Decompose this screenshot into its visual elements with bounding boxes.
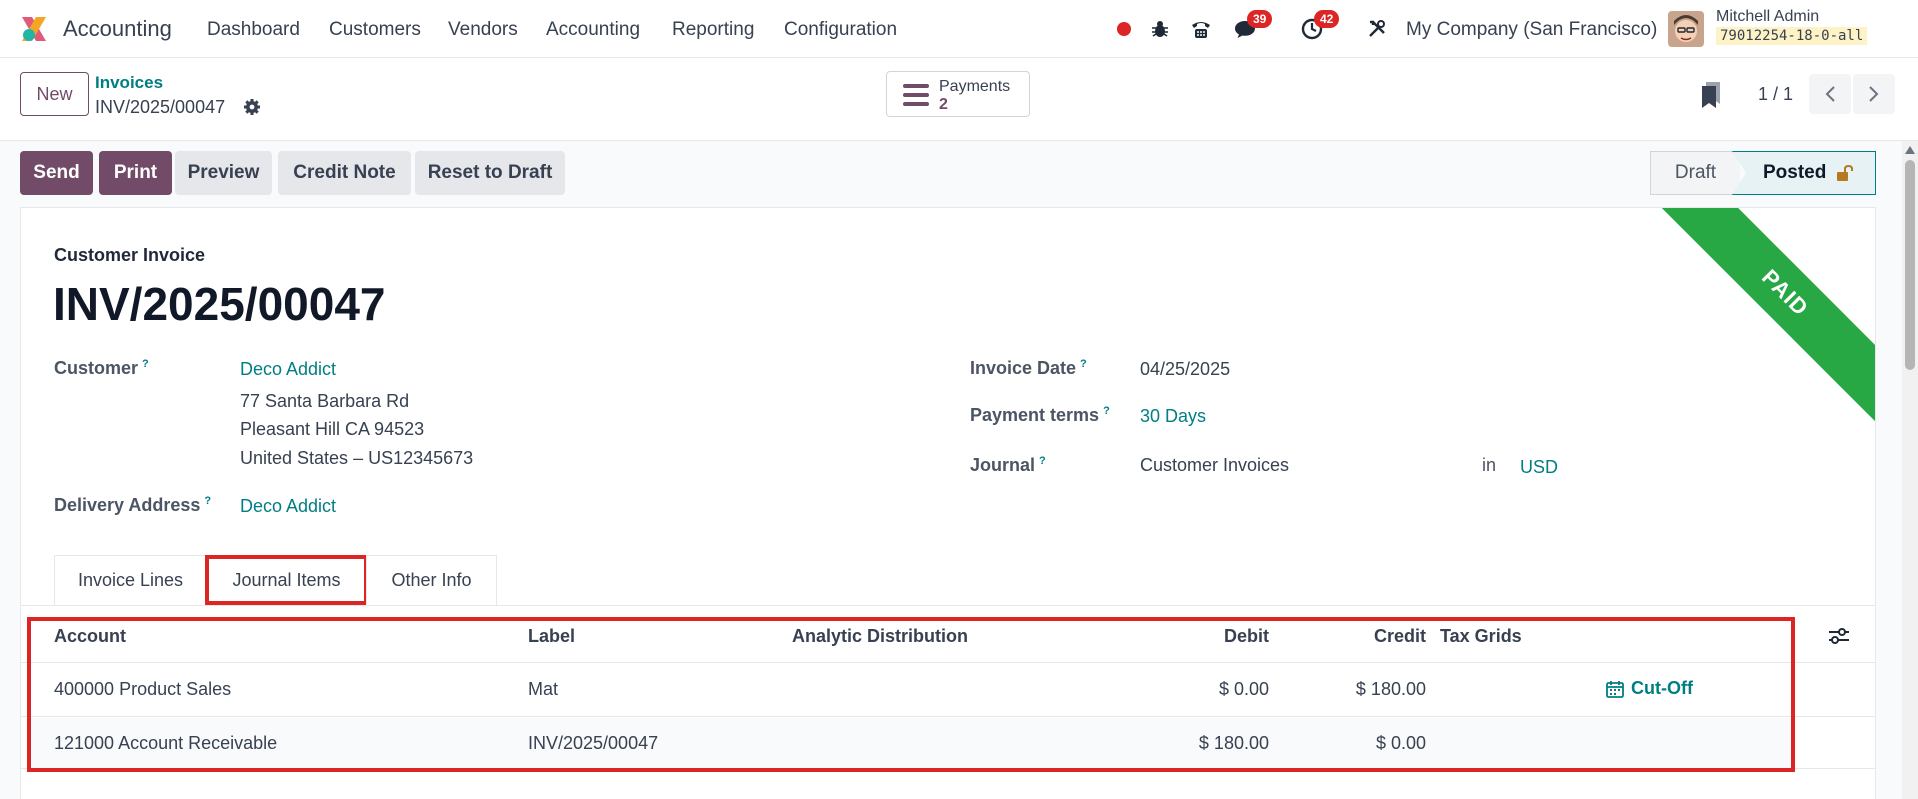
user-name[interactable]: Mitchell Admin (1716, 8, 1819, 26)
scroll-up-arrow-icon[interactable] (1904, 145, 1916, 155)
delivery-label-text: Delivery Address (54, 495, 201, 515)
record-icon[interactable] (1109, 14, 1139, 44)
chevron-right-icon (1869, 86, 1879, 102)
breadcrumb-current: INV/2025/00047 (95, 97, 226, 117)
delivery-address-label: Delivery Address? (54, 495, 211, 516)
invoice-type-label: Customer Invoice (54, 245, 206, 265)
bookmark-icon[interactable] (1700, 82, 1722, 108)
delivery-address-field[interactable]: Deco Addict (240, 496, 336, 517)
company-switcher[interactable]: My Company (San Francisco) (1406, 19, 1657, 41)
customer-field[interactable]: Deco Addict (240, 359, 336, 380)
credit-note-button[interactable]: Credit Note (278, 151, 411, 195)
app-name[interactable]: Accounting (63, 16, 172, 42)
status-posted-label: Posted (1763, 162, 1827, 183)
tools-icon[interactable] (1362, 14, 1392, 44)
address-line-2: Pleasant Hill CA 94523 (240, 419, 425, 439)
chat-badge: 39 (1247, 10, 1273, 28)
preview-button[interactable]: Preview (175, 151, 272, 195)
journal-items-highlight (27, 617, 1795, 772)
customer-label: Customer? (54, 358, 149, 379)
phone-icon[interactable] (1186, 14, 1216, 44)
payments-label: Payments (939, 78, 1011, 95)
journal-field[interactable]: Customer Invoices (1140, 455, 1289, 476)
tab-journal-items[interactable]: Journal Items (205, 555, 368, 605)
payment-terms-label-text: Payment terms (970, 405, 1100, 425)
invoice-number: INV/2025/00047 (53, 278, 386, 330)
print-button[interactable]: Print (99, 151, 172, 195)
currency-in-label: in (1482, 455, 1497, 475)
send-button[interactable]: Send (20, 151, 93, 195)
chat-icon[interactable]: 39 (1230, 10, 1273, 44)
invoice-date-label-text: Invoice Date (970, 358, 1077, 378)
address-line-3: United States – US12345673 (240, 448, 474, 468)
menu-customers[interactable]: Customers (329, 19, 421, 41)
column-settings-icon[interactable] (1828, 627, 1850, 645)
pager-value[interactable]: 1 / 1 (1758, 84, 1793, 105)
paid-ribbon: PAID (1652, 208, 1875, 426)
customer-label-text: Customer (54, 358, 139, 378)
debug-bug-icon[interactable] (1145, 14, 1175, 44)
tabs-divider (20, 605, 1876, 606)
help-icon[interactable]: ? (1039, 455, 1046, 467)
unlock-icon (1837, 165, 1854, 181)
tab-invoice-lines[interactable]: Invoice Lines (54, 555, 207, 605)
reset-to-draft-button[interactable]: Reset to Draft (415, 151, 565, 195)
pager-previous-button[interactable] (1809, 74, 1851, 114)
new-button[interactable]: New (20, 72, 89, 116)
menu-vendors[interactable]: Vendors (448, 19, 518, 41)
database-name: 79012254-18-0-all (1716, 27, 1868, 45)
payments-smart-button[interactable]: Payments 2 (886, 71, 1030, 117)
currency-field[interactable]: USD (1520, 457, 1558, 478)
menu-configuration[interactable]: Configuration (784, 19, 897, 41)
tab-other-info[interactable]: Other Info (366, 555, 497, 605)
help-icon[interactable]: ? (1080, 358, 1087, 370)
invoice-date-field[interactable]: 04/25/2025 (1140, 359, 1230, 380)
status-draft[interactable]: Draft (1650, 151, 1740, 195)
journal-label-text: Journal (970, 455, 1036, 475)
help-icon[interactable]: ? (1103, 405, 1110, 417)
journal-label: Journal? (970, 455, 1046, 476)
help-icon[interactable]: ? (204, 495, 211, 507)
menu-dashboard[interactable]: Dashboard (207, 19, 300, 41)
pager-next-button[interactable] (1853, 74, 1895, 114)
gear-icon[interactable] (243, 98, 261, 116)
user-avatar[interactable] (1668, 11, 1704, 47)
status-posted[interactable]: Posted (1732, 151, 1876, 195)
list-bars-icon (903, 84, 929, 106)
menu-accounting[interactable]: Accounting (546, 19, 640, 41)
invoice-date-label: Invoice Date? (970, 358, 1087, 379)
scrollbar-thumb[interactable] (1905, 160, 1915, 370)
payment-terms-field[interactable]: 30 Days (1140, 406, 1206, 427)
activity-badge: 42 (1314, 10, 1340, 28)
activity-clock-icon[interactable]: 42 (1297, 10, 1340, 44)
accounting-app-icon[interactable] (20, 15, 48, 43)
chevron-left-icon (1825, 86, 1835, 102)
payments-count: 2 (939, 96, 948, 113)
menu-reporting[interactable]: Reporting (672, 19, 754, 41)
status-bar: Draft Posted (1650, 151, 1876, 195)
breadcrumb-invoices[interactable]: Invoices (95, 73, 163, 93)
payment-terms-label: Payment terms? (970, 405, 1110, 426)
control-panel: New Invoices INV/2025/00047 Payments 2 1… (0, 58, 1918, 141)
address-line-1: 77 Santa Barbara Rd (240, 391, 410, 411)
help-icon[interactable]: ? (142, 358, 149, 370)
top-navbar: Accounting Dashboard Customers Vendors A… (0, 0, 1918, 58)
